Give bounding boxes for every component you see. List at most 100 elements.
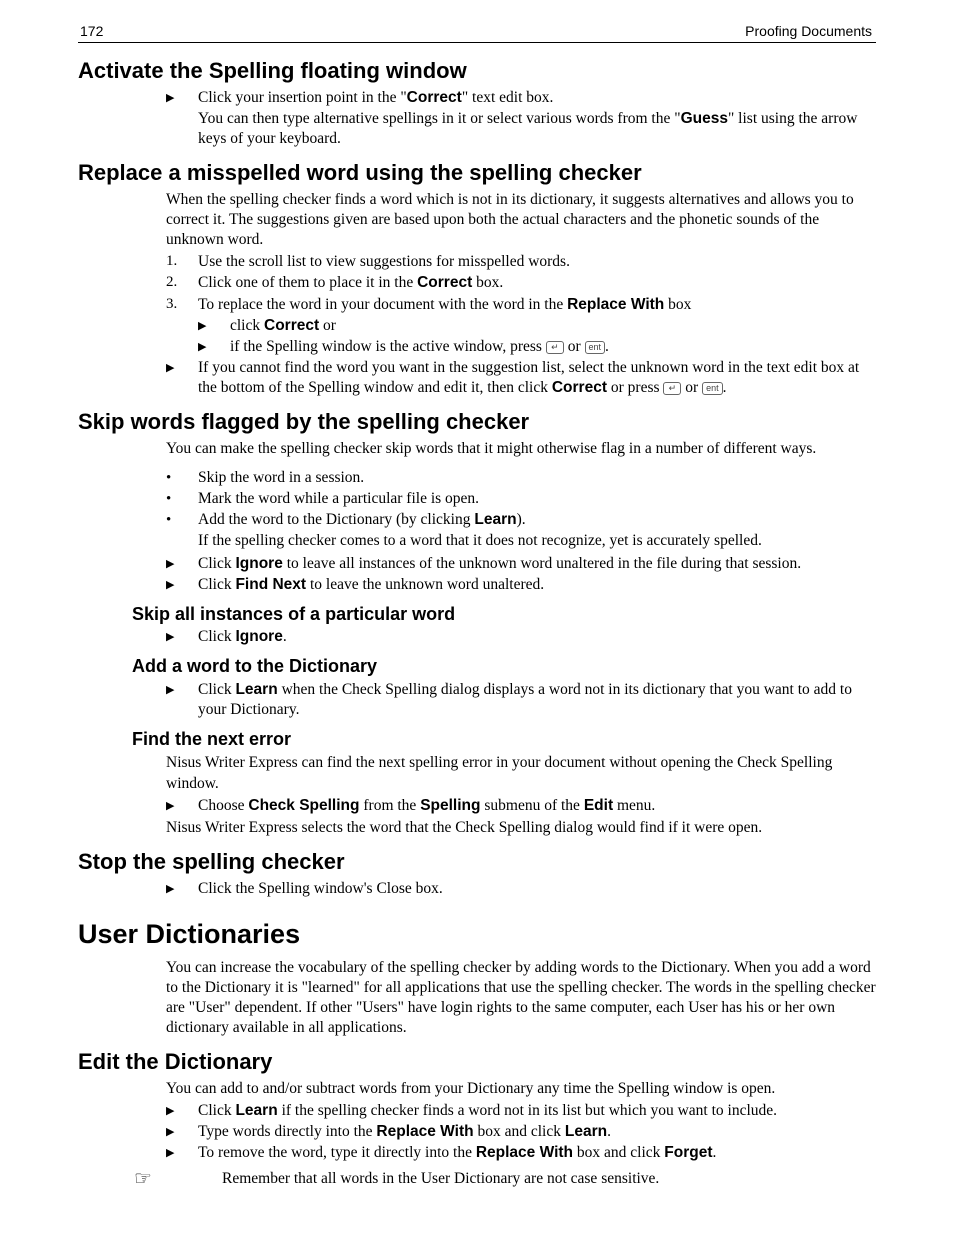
- pointing-hand-icon: ☞: [134, 1169, 152, 1189]
- text: box.: [472, 274, 503, 291]
- list-item: Click the Spelling window's Close box.: [166, 879, 876, 899]
- list-item: 3. To replace the word in your document …: [166, 295, 876, 315]
- list-item: Click Learn if the spelling checker find…: [166, 1101, 876, 1121]
- text: or: [681, 379, 702, 396]
- triangle-icon: [166, 680, 190, 700]
- triangle-icon: [166, 879, 190, 899]
- list-item: Add the word to the Dictionary (by click…: [166, 510, 876, 530]
- list-item: If you cannot find the word you want in …: [152, 358, 876, 398]
- bullet-icon: [166, 468, 190, 489]
- triangle-icon: [166, 1122, 190, 1142]
- list-number: 1.: [166, 252, 190, 272]
- bullet-icon: [166, 510, 190, 531]
- text: Click: [198, 1102, 235, 1119]
- text: when the Check Spelling dialog displays …: [198, 681, 852, 718]
- text: To remove the word, type it directly int…: [198, 1144, 476, 1161]
- text: To replace the word in your document wit…: [198, 296, 567, 313]
- bold-label: Forget: [664, 1144, 712, 1161]
- bold-label: Check Spelling: [248, 797, 359, 814]
- text: " text edit box.: [462, 89, 554, 106]
- list-item: Click Learn when the Check Spelling dial…: [166, 680, 876, 720]
- nested-list: click Correct or if the Spelling window …: [198, 316, 876, 357]
- note-row: ☞ Remember that all words in the User Di…: [134, 1169, 876, 1189]
- list-item: Skip the word in a session.: [166, 468, 876, 488]
- text: if the spelling checker finds a word not…: [278, 1102, 777, 1119]
- paragraph: Nisus Writer Express selects the word th…: [166, 818, 876, 838]
- text: .: [283, 628, 287, 645]
- paragraph: You can add to and/or subtract words fro…: [166, 1079, 876, 1099]
- bold-label: Replace With: [476, 1144, 573, 1161]
- return-key-icon: ↵: [663, 382, 681, 395]
- bold-label: Learn: [235, 1102, 277, 1119]
- bold-label: Learn: [565, 1123, 607, 1140]
- text: to leave the unknown word unaltered.: [306, 576, 544, 593]
- text: to leave all instances of the unknown wo…: [283, 555, 801, 572]
- text: Click: [198, 576, 235, 593]
- text: Click one of them to place it in the: [198, 274, 417, 291]
- text: .: [605, 338, 609, 355]
- text: .: [607, 1123, 611, 1140]
- text: Mark the word while a particular file is…: [198, 490, 479, 507]
- subheading-add-word: Add a word to the Dictionary: [132, 655, 876, 678]
- triangle-icon: [198, 316, 222, 336]
- bold-label: Correct: [407, 89, 462, 106]
- heading-stop-checker: Stop the spelling checker: [78, 848, 876, 877]
- list-item: if the Spelling window is the active win…: [198, 337, 876, 357]
- bold-label: Replace With: [567, 296, 664, 313]
- enter-key-icon: ent: [585, 341, 606, 354]
- list-item: Click your insertion point in the "Corre…: [166, 88, 876, 108]
- list-item: To remove the word, type it directly int…: [166, 1143, 876, 1163]
- text: If you cannot find the word you want in …: [198, 359, 859, 396]
- bold-label: Ignore: [235, 555, 282, 572]
- text: .: [713, 1144, 717, 1161]
- list-item: Type words directly into the Replace Wit…: [166, 1122, 876, 1142]
- text: Click your insertion point in the ": [198, 89, 407, 106]
- paragraph: You can increase the vocabulary of the s…: [166, 958, 876, 1039]
- text: box and click: [474, 1123, 565, 1140]
- running-title: Proofing Documents: [745, 22, 872, 40]
- triangle-icon: [198, 337, 222, 357]
- text: Click the Spelling window's Close box.: [198, 880, 443, 897]
- text: You can then type alternative spellings …: [198, 110, 681, 127]
- triangle-icon: [166, 358, 190, 378]
- paragraph: You can make the spelling checker skip w…: [166, 439, 876, 459]
- text: Add the word to the Dictionary (by click…: [198, 511, 474, 528]
- text: Click: [198, 628, 235, 645]
- return-key-icon: ↵: [546, 341, 564, 354]
- text: .: [723, 379, 727, 396]
- list-number: 3.: [166, 295, 190, 315]
- paragraph: Nisus Writer Express can find the next s…: [166, 753, 876, 793]
- text: menu.: [613, 797, 655, 814]
- list-item: Mark the word while a particular file is…: [166, 489, 876, 509]
- triangle-icon: [166, 627, 190, 647]
- text: submenu of the: [481, 797, 584, 814]
- section-body: Click Ignore.: [166, 627, 876, 647]
- enter-key-icon: ent: [702, 382, 723, 395]
- subheading-find-next: Find the next error: [132, 728, 876, 751]
- text: Type words directly into the: [198, 1123, 376, 1140]
- list-item: click Correct or: [198, 316, 876, 336]
- list-item: Click Find Next to leave the unknown wor…: [166, 575, 876, 595]
- bold-label: Guess: [681, 110, 728, 127]
- bold-label: Correct: [264, 317, 319, 334]
- heading-replace-misspelled: Replace a misspelled word using the spel…: [78, 159, 876, 188]
- text: or press: [607, 379, 663, 396]
- list-item: 1.Use the scroll list to view suggestion…: [166, 252, 876, 272]
- paragraph: When the spelling checker finds a word w…: [166, 190, 876, 250]
- list-number: 2.: [166, 273, 190, 293]
- text: click: [230, 317, 264, 334]
- text: Click: [198, 555, 235, 572]
- page-header: 172 Proofing Documents: [78, 22, 876, 43]
- bold-label: Ignore: [235, 628, 282, 645]
- bold-label: Spelling: [420, 797, 480, 814]
- heading-skip-words: Skip words flagged by the spelling check…: [78, 408, 876, 437]
- text: or: [564, 338, 585, 355]
- note-text: Remember that all words in the User Dict…: [222, 1169, 659, 1189]
- section-body: Click Learn when the Check Spelling dial…: [166, 680, 876, 720]
- triangle-icon: [166, 1101, 190, 1121]
- paragraph: If the spelling checker comes to a word …: [198, 531, 876, 551]
- section-body: You can increase the vocabulary of the s…: [166, 958, 876, 1039]
- bold-label: Edit: [584, 797, 613, 814]
- subheading-skip-all: Skip all instances of a particular word: [132, 603, 876, 626]
- list-item: Choose Check Spelling from the Spelling …: [166, 796, 876, 816]
